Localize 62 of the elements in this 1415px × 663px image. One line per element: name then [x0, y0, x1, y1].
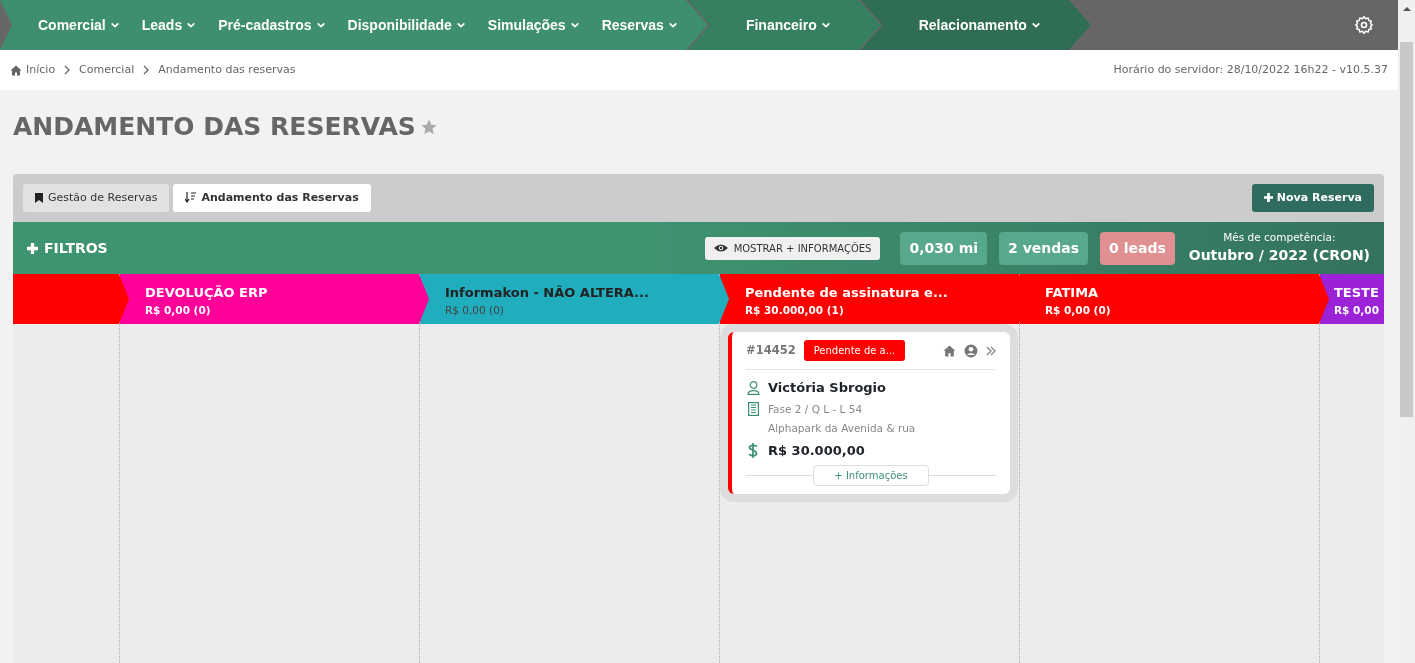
column-title: DEVOLUÇÃO ERP	[145, 284, 269, 302]
user-icon	[746, 380, 760, 395]
breadcrumb-link[interactable]: Início	[26, 61, 56, 79]
reservation-value: R$ 30.000,00	[768, 442, 865, 460]
column-total: R$ 30.000,00 (1)	[745, 302, 845, 318]
month-label: Mês de competência:	[1222, 229, 1337, 245]
breadcrumb-link[interactable]: Comercial	[79, 61, 135, 79]
summary-stat: 0 leads	[1100, 231, 1175, 265]
scroll-up-icon[interactable]	[1402, 6, 1411, 12]
nav-menu-item[interactable]: Simulações	[487, 14, 580, 36]
chevron-down-icon	[820, 20, 831, 30]
eye-icon	[713, 243, 728, 253]
column-title: FATIMA	[1045, 284, 1100, 302]
column-title: Informakon - NÂO ALTERA...	[445, 284, 650, 302]
tab[interactable]: Gestão de Reservas	[23, 183, 170, 212]
client-name: Victória Sbrogio	[768, 379, 886, 397]
column-total: R$ 0,00 (0)	[145, 302, 212, 318]
column-title: Pendente de assinatura e...	[745, 284, 949, 302]
chevron-down-icon	[186, 20, 197, 30]
tab[interactable]: Andamento das Reservas	[173, 183, 371, 212]
server-time: Horário do servidor: 28/10/2022 16h22 - v10.5.37	[1113, 61, 1388, 78]
nav-menu-item[interactable]: Reservas	[601, 14, 678, 36]
unit-text: Fase 2 / Q L - L 54	[768, 401, 863, 417]
new-reservation-button[interactable]: Nova Reserva	[1251, 183, 1374, 212]
column-total: R$ 0,00 (0)	[445, 302, 505, 318]
column-title: TESTE	[1334, 284, 1380, 302]
double-chevron-icon[interactable]	[986, 345, 996, 356]
home-icon[interactable]	[943, 344, 956, 357]
chevron-right-icon	[63, 65, 72, 75]
chevron-right-icon	[142, 65, 151, 75]
nav-menu-item[interactable]: Disponibilidade	[347, 14, 466, 36]
chevron-down-icon	[569, 20, 580, 30]
nav-menu-item[interactable]: Financeiro	[745, 14, 831, 36]
chevron-down-icon	[315, 20, 326, 30]
nav-menu-item[interactable]: Leads	[141, 14, 197, 36]
column-total: R$ 0,00	[1334, 302, 1380, 318]
page-title: ANDAMENTO DAS RESERVAS	[13, 111, 416, 143]
bookmark-icon	[35, 192, 43, 203]
home-icon	[10, 64, 22, 76]
nav-menu-item[interactable]: Pré-cadastros	[218, 14, 326, 36]
more-info-button[interactable]: + Informações	[813, 464, 929, 486]
column-total: R$ 0,00 (0)	[1045, 302, 1112, 318]
settings-icon[interactable]	[1354, 15, 1374, 35]
summary-stat: 2 vendas	[999, 231, 1089, 265]
plus-icon	[1263, 193, 1273, 203]
chevron-down-icon	[1030, 20, 1041, 30]
nav-menu-item[interactable]: Comercial	[38, 14, 120, 36]
status-label: Pendente de a...	[803, 340, 906, 361]
chevron-down-icon	[109, 20, 120, 30]
show-more-button[interactable]: MOSTRAR + INFORMAÇÕES	[704, 236, 881, 260]
filters-toggle[interactable]: FILTROS	[27, 237, 108, 259]
sort-icon	[185, 192, 197, 204]
dollar-icon	[748, 443, 758, 459]
reservation-id: #14452	[746, 341, 796, 359]
nav-menu-item[interactable]: Relacionamento	[918, 14, 1041, 36]
project-text: Alphapark da Avenida & rua	[768, 421, 916, 437]
chevron-down-icon	[667, 20, 678, 30]
chevron-down-icon	[455, 20, 466, 30]
user-circle-icon[interactable]	[964, 343, 978, 358]
summary-stat: 0,030 mi	[900, 231, 987, 265]
plus-icon	[27, 242, 38, 254]
month-value: Outubro / 2022 (CRON)	[1188, 246, 1370, 266]
